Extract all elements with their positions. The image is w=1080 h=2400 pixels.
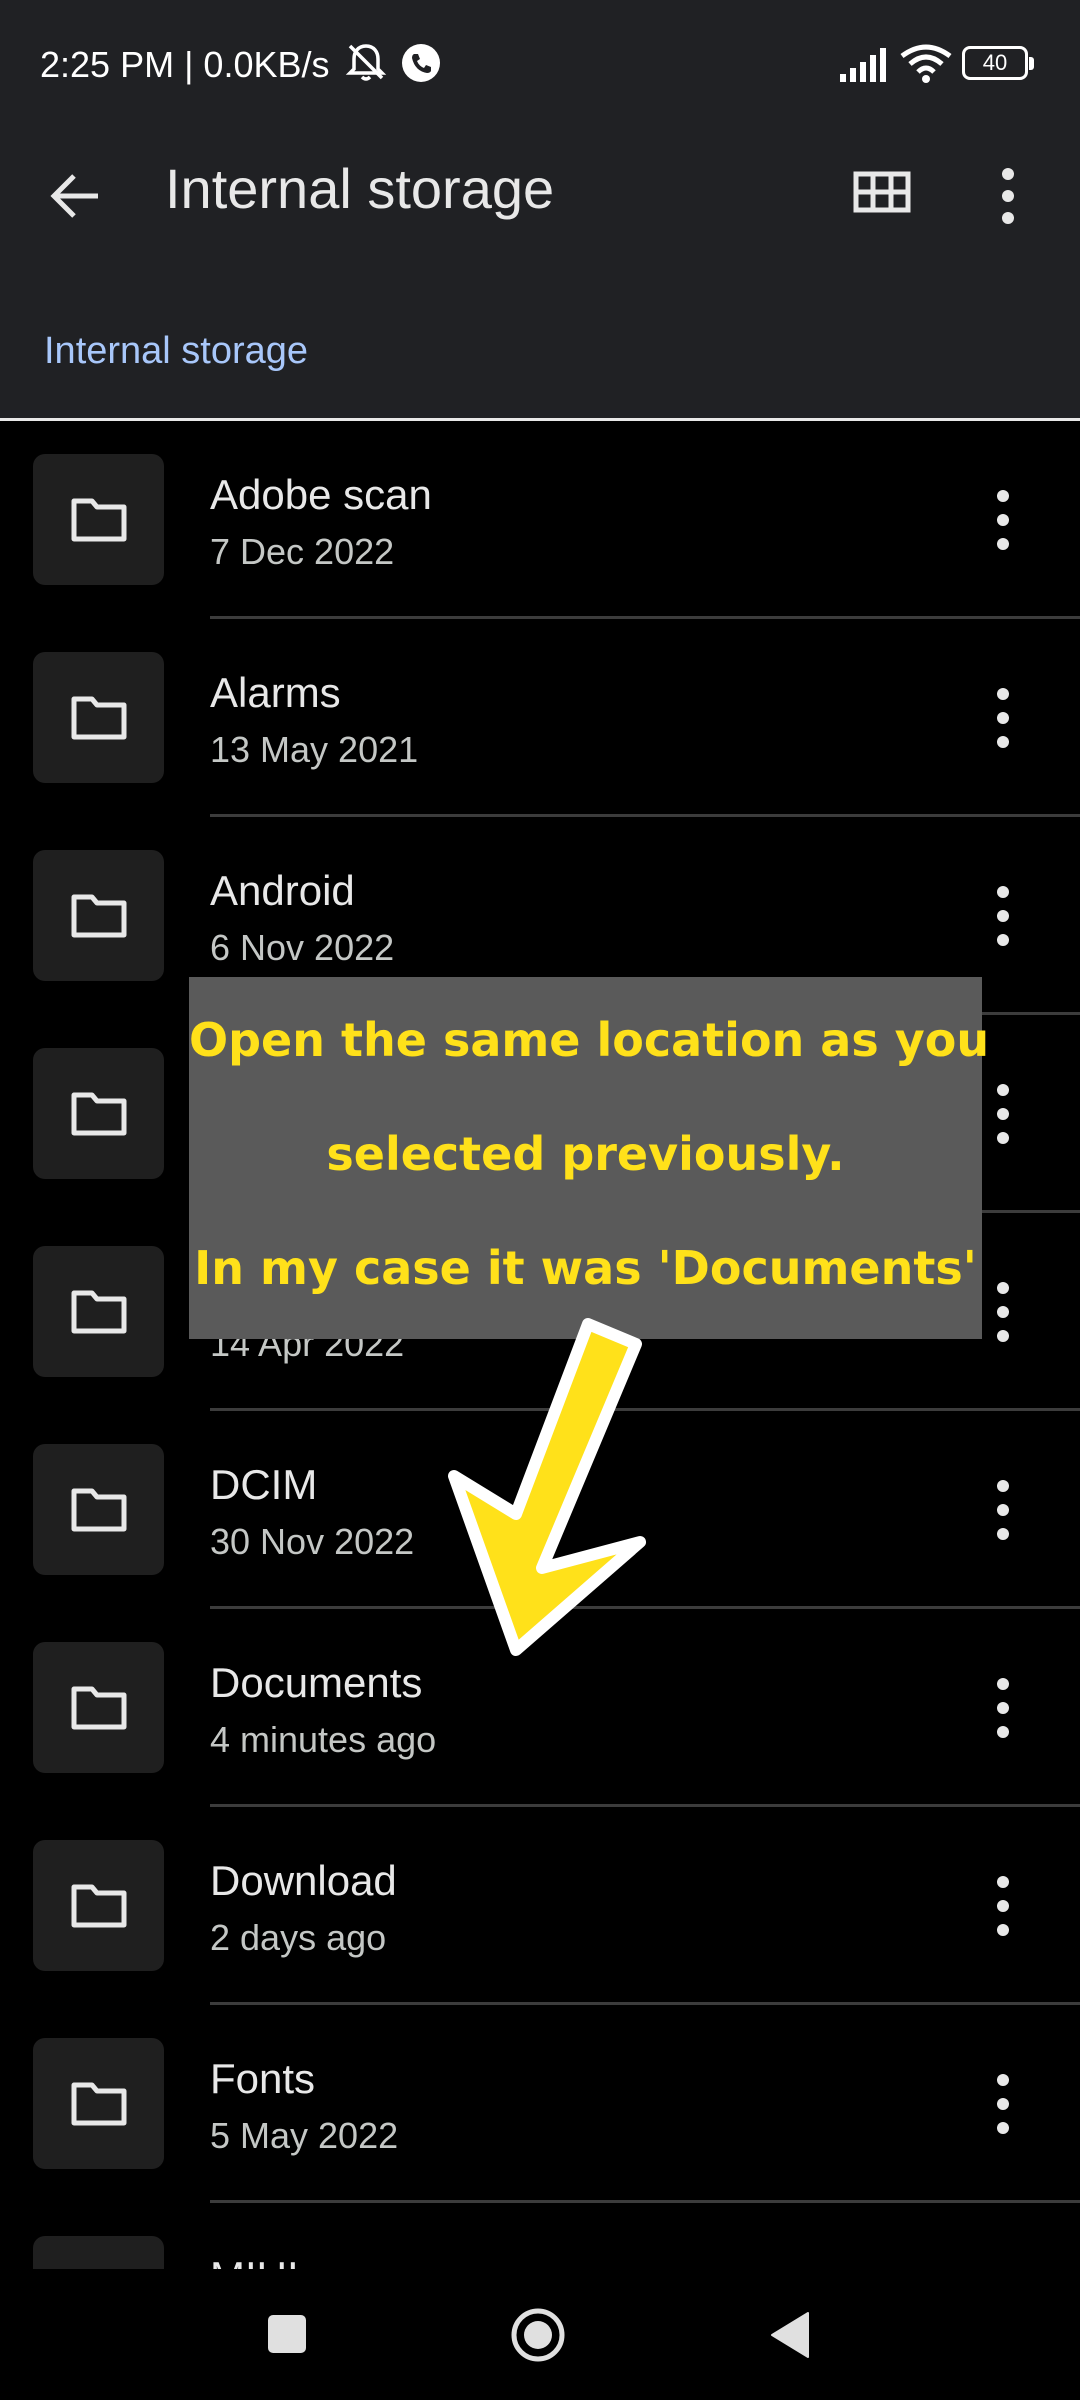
folder-tile <box>33 1642 164 1773</box>
page-title: Internal storage <box>165 157 555 220</box>
folder-tile <box>33 850 164 981</box>
folder-icon <box>71 2082 127 2126</box>
app-bar: Internal storage <box>0 130 1080 300</box>
file-name: Fonts <box>210 2055 316 2102</box>
file-name: Adobe scan <box>210 471 432 518</box>
list-item[interactable]: Adobe scan 7 Dec 2022 <box>0 421 1080 619</box>
annotation-line-3: In my case it was 'Documents' <box>194 1241 977 1295</box>
file-date: 4 minutes ago <box>210 1719 437 1760</box>
annotation-box: Open the same location as you selected p… <box>189 977 990 1339</box>
file-date: 2 days ago <box>210 1917 387 1958</box>
folder-icon <box>71 1884 127 1928</box>
wifi-icon <box>900 44 952 83</box>
folder-icon <box>71 894 127 938</box>
folder-tile <box>33 454 164 585</box>
list-item[interactable]: Fonts 5 May 2022 <box>0 2005 1080 2203</box>
annotation-line-2: selected previously. <box>326 1127 845 1181</box>
file-date: 13 May 2021 <box>210 729 419 770</box>
more-vert-icon[interactable] <box>990 1077 1016 1151</box>
annotation-line-1: Open the same location as you <box>189 1013 990 1067</box>
folder-icon <box>71 1290 127 1334</box>
more-vert-icon[interactable] <box>990 1671 1016 1745</box>
folder-icon <box>71 1488 127 1532</box>
recents-square-icon[interactable] <box>268 2315 306 2353</box>
more-vert-icon[interactable] <box>990 681 1016 755</box>
more-vert-icon[interactable] <box>990 2067 1016 2141</box>
folder-icon <box>71 1092 127 1136</box>
more-vert-icon[interactable] <box>990 879 1016 953</box>
arrow-pointer-icon <box>448 1318 646 1656</box>
more-vert-icon[interactable] <box>982 160 1034 232</box>
file-date: 30 Nov 2022 <box>210 1521 415 1562</box>
battery-level: 40 <box>982 50 1008 75</box>
file-name: Documents <box>210 1659 423 1706</box>
folder-tile <box>33 2236 164 2269</box>
folder-icon <box>71 696 127 740</box>
file-name: Android <box>210 867 355 914</box>
list-item[interactable]: Download 2 days ago <box>0 1807 1080 2005</box>
list-item[interactable]: MIUI <box>0 2203 1080 2269</box>
back-triangle-icon[interactable] <box>770 2311 810 2359</box>
folder-tile <box>33 2038 164 2169</box>
folder-tile <box>33 1048 164 1179</box>
file-name: DCIM <box>210 1461 318 1508</box>
grid-view-icon[interactable] <box>850 160 914 224</box>
folder-tile <box>33 1246 164 1377</box>
status-time: 2:25 PM | 0.0KB/s <box>40 44 330 85</box>
more-vert-icon[interactable] <box>990 1473 1016 1547</box>
file-date: 6 Nov 2022 <box>210 927 395 968</box>
folder-tile <box>33 1840 164 1971</box>
screen: 2:25 PM | 0.0KB/s 40 Internal storage In… <box>0 0 1080 2400</box>
mute-icon <box>345 44 387 81</box>
folder-icon <box>71 498 127 542</box>
battery-icon: 40 <box>962 46 1034 80</box>
more-vert-icon[interactable] <box>990 1275 1016 1349</box>
home-circle-icon[interactable] <box>510 2307 566 2363</box>
more-vert-icon[interactable] <box>990 483 1016 557</box>
list-item[interactable]: Alarms 13 May 2021 <box>0 619 1080 817</box>
file-name: Alarms <box>210 669 341 716</box>
status-bar: 2:25 PM | 0.0KB/s 40 <box>0 0 1080 130</box>
back-arrow-icon[interactable] <box>40 160 112 232</box>
signal-icon <box>840 48 886 82</box>
breadcrumb[interactable]: Internal storage <box>44 330 308 373</box>
breadcrumb-bar: Internal storage <box>0 300 1080 421</box>
folder-tile <box>33 1444 164 1575</box>
more-vert-icon[interactable] <box>990 1869 1016 1943</box>
folder-tile <box>33 652 164 783</box>
call-icon <box>402 44 440 82</box>
file-name: MIUI <box>210 2253 299 2269</box>
folder-icon <box>71 1686 127 1730</box>
nav-bar <box>0 2269 1080 2400</box>
file-date: 7 Dec 2022 <box>210 531 395 572</box>
file-date: 5 May 2022 <box>210 2115 399 2156</box>
file-name: Download <box>210 1857 397 1904</box>
